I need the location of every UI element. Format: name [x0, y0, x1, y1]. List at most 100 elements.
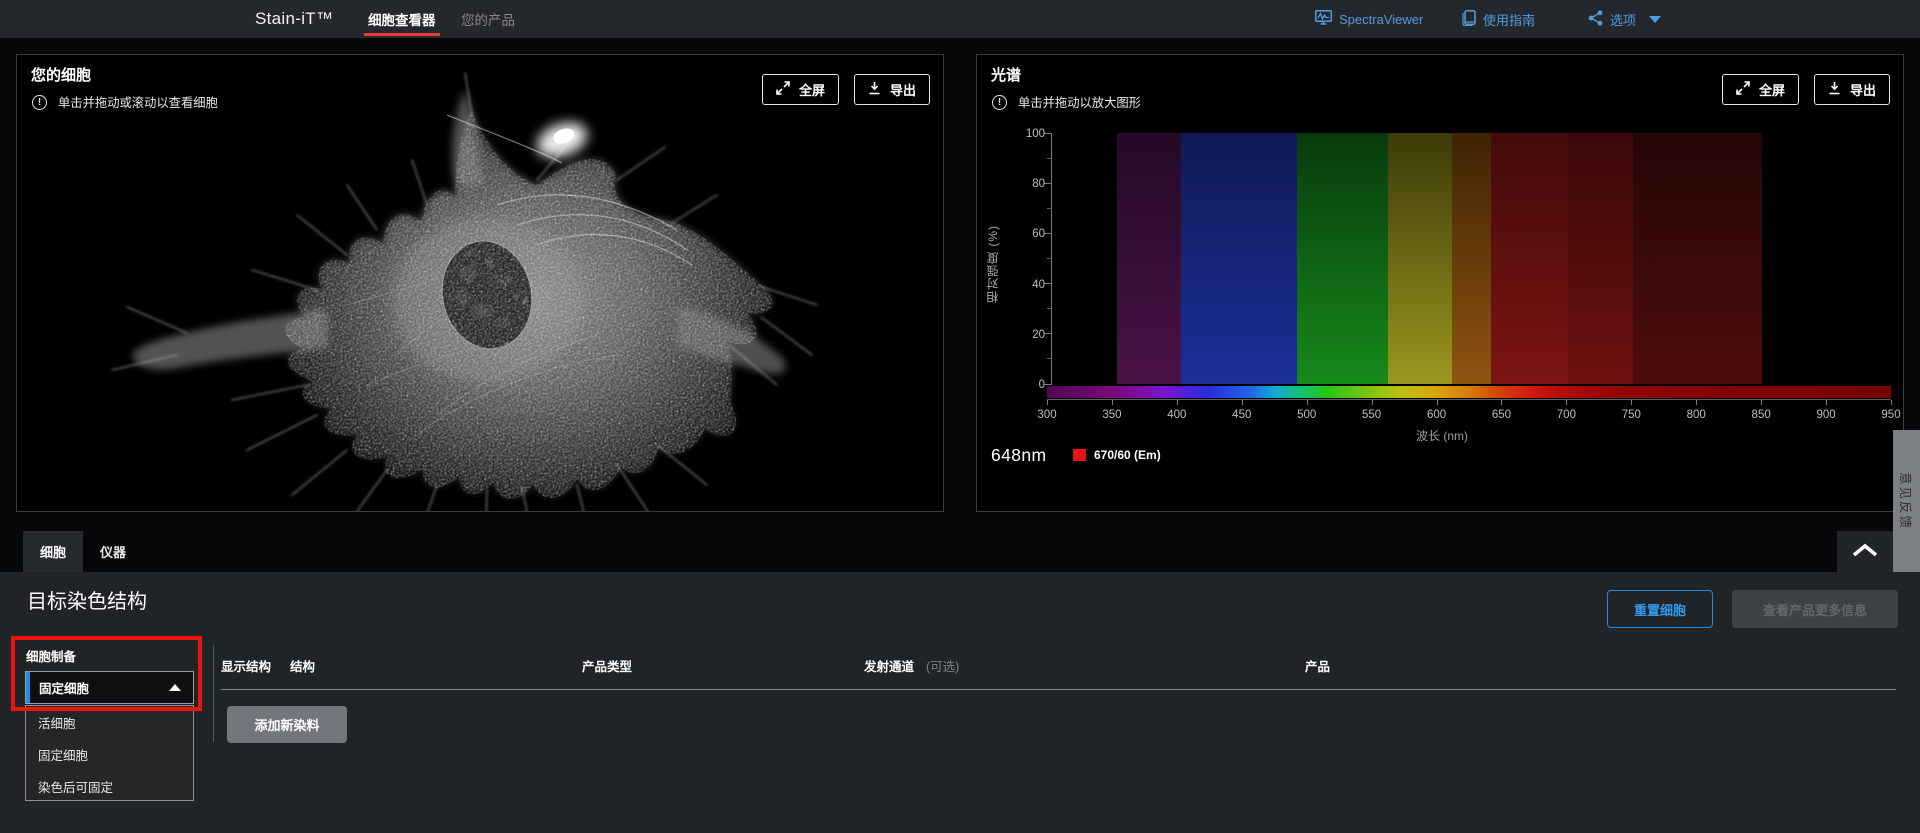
nav-tab-your-products[interactable]: 您的产品	[461, 0, 515, 38]
y-tick-label: 60	[1032, 228, 1045, 241]
col-header-product-type: 产品类型	[582, 660, 633, 674]
x-tick-label: 800	[1686, 409, 1706, 421]
reset-cells-button[interactable]: 重置细胞	[1607, 590, 1713, 628]
cells-fullscreen-button[interactable]: 全屏	[761, 74, 839, 105]
option-fixable-after-staining[interactable]: 染色后可固定	[26, 770, 193, 802]
y-tick	[1044, 132, 1052, 134]
export-label: 导出	[1849, 83, 1876, 98]
x-tick	[1566, 400, 1568, 405]
x-tick	[1891, 400, 1892, 405]
y-tick-label: 20	[1032, 328, 1045, 341]
x-tick-label: 950	[1881, 409, 1901, 421]
add-new-dye-button[interactable]: 添加新染料	[227, 706, 347, 743]
x-tick-label: 550	[1362, 409, 1382, 421]
fullscreen-label: 全屏	[798, 83, 825, 98]
x-tick-label: 300	[1037, 409, 1057, 421]
x-tick	[1176, 400, 1178, 405]
nav-tab-cell-viewer[interactable]: 细胞查看器	[364, 0, 439, 38]
filter-band-400-490	[1181, 133, 1298, 384]
expand-icon	[1736, 81, 1750, 98]
filter-band-640-700	[1490, 133, 1569, 384]
options-menu[interactable]: 选项	[1588, 0, 1662, 38]
dropdown-selected-value: 固定细胞	[39, 682, 90, 696]
cells-export-button[interactable]: 导出	[853, 74, 930, 105]
y-tick-label: 0	[1038, 379, 1045, 391]
filter-band-350-400	[1116, 133, 1182, 384]
x-tick-label: 900	[1816, 409, 1836, 421]
export-label: 导出	[889, 83, 916, 98]
x-tick-label: 700	[1556, 409, 1576, 421]
x-tick	[1826, 400, 1828, 405]
page: Stain-iT™ 细胞查看器 您的产品 SpectraViewer 使用指南 …	[0, 0, 1920, 833]
download-icon	[1828, 81, 1841, 98]
x-tick-label: 450	[1232, 409, 1252, 421]
tab-cells[interactable]: 细胞	[23, 531, 84, 572]
wavelength-spectrum-bar	[1047, 386, 1891, 398]
col-header-show-structure: 显示结构	[221, 660, 272, 674]
x-tick-label: 350	[1102, 409, 1122, 421]
x-tick	[1631, 400, 1633, 405]
expand-icon	[776, 81, 790, 98]
spectra-export-button[interactable]: 导出	[1813, 74, 1890, 105]
info-icon: !	[992, 94, 1007, 110]
x-tick	[1371, 400, 1373, 405]
share-icon	[1588, 9, 1603, 29]
x-tick	[1696, 400, 1698, 405]
cells-panel-hint: ! 单击并拖动或滚动以查看细胞	[32, 93, 218, 111]
chevron-up-icon	[1850, 542, 1880, 561]
dropdown-accent-bar	[26, 672, 30, 703]
cells-hint-text: 单击并拖动或滚动以查看细胞	[58, 96, 218, 110]
table-header-line	[221, 689, 1896, 690]
y-tick-label: 40	[1032, 278, 1045, 291]
filter-band-610-640	[1452, 133, 1491, 384]
chevron-up-icon	[169, 684, 181, 691]
x-tick	[1111, 400, 1113, 405]
y-minor-tick	[1047, 308, 1052, 310]
x-tick	[1306, 400, 1308, 405]
divider	[213, 645, 214, 742]
x-tick	[1436, 400, 1438, 405]
spectraviewer-link[interactable]: SpectraViewer	[1315, 0, 1423, 38]
x-tick	[1047, 400, 1048, 405]
cell-prep-label: 细胞制备	[26, 650, 77, 664]
x-tick-label: 600	[1426, 409, 1447, 421]
guide-book-icon	[1462, 9, 1476, 29]
y-minor-tick	[1047, 358, 1052, 360]
x-tick	[1761, 400, 1763, 405]
option-live-cells[interactable]: 活细胞	[26, 706, 193, 738]
x-tick	[1241, 400, 1243, 405]
y-tick	[1044, 182, 1052, 184]
option-fixed-cells[interactable]: 固定细胞	[26, 738, 193, 770]
y-tick	[1044, 232, 1052, 234]
y-axis-title: 相对强度 (%)	[986, 225, 1000, 303]
excitation-wavelength-label: 648nm	[991, 445, 1047, 465]
cells-panel-title: 您的细胞	[31, 67, 92, 84]
spectraviewer-label: SpectraViewer	[1339, 11, 1424, 27]
filter-band-750-850	[1632, 133, 1762, 384]
y-minor-tick	[1047, 157, 1052, 159]
filter-band-560-610	[1387, 133, 1453, 384]
cell-microscopy-image[interactable]	[17, 55, 943, 511]
legend-label: 670/60 (Em)	[1094, 448, 1161, 462]
chart-legend: 670/60 (Em)	[1073, 448, 1161, 462]
y-tick	[1044, 383, 1052, 385]
collapse-panel-button[interactable]	[1837, 531, 1893, 572]
x-tick-label: 500	[1297, 409, 1317, 421]
filter-band-490-560	[1297, 133, 1388, 384]
feedback-tab[interactable]: 意见反馈	[1893, 430, 1920, 572]
spectra-plot-area[interactable]: 0 20 40 60 80 100	[1026, 128, 1891, 391]
col-header-product: 产品	[1305, 660, 1331, 674]
cell-prep-dropdown[interactable]: 固定细胞	[25, 671, 194, 704]
tab-instruments[interactable]: 仪器	[83, 531, 143, 572]
download-icon	[868, 81, 881, 98]
spectra-fullscreen-button[interactable]: 全屏	[1721, 74, 1799, 105]
x-tick-label: 750	[1621, 409, 1641, 421]
y-minor-tick	[1047, 258, 1052, 259]
options-label: 选项	[1610, 12, 1637, 28]
x-tick-label: 850	[1751, 409, 1771, 421]
staining-section: 目标染色结构 重置细胞 查看产品更多信息 细胞制备 固定细胞 活细胞 固定细胞 …	[0, 572, 1920, 833]
spectra-hint-text: 单击并拖动以放大图形	[1018, 96, 1141, 110]
x-tick-label: 400	[1167, 409, 1187, 421]
user-guide-label: 使用指南	[1483, 12, 1536, 28]
user-guide-link[interactable]: 使用指南	[1462, 0, 1535, 38]
